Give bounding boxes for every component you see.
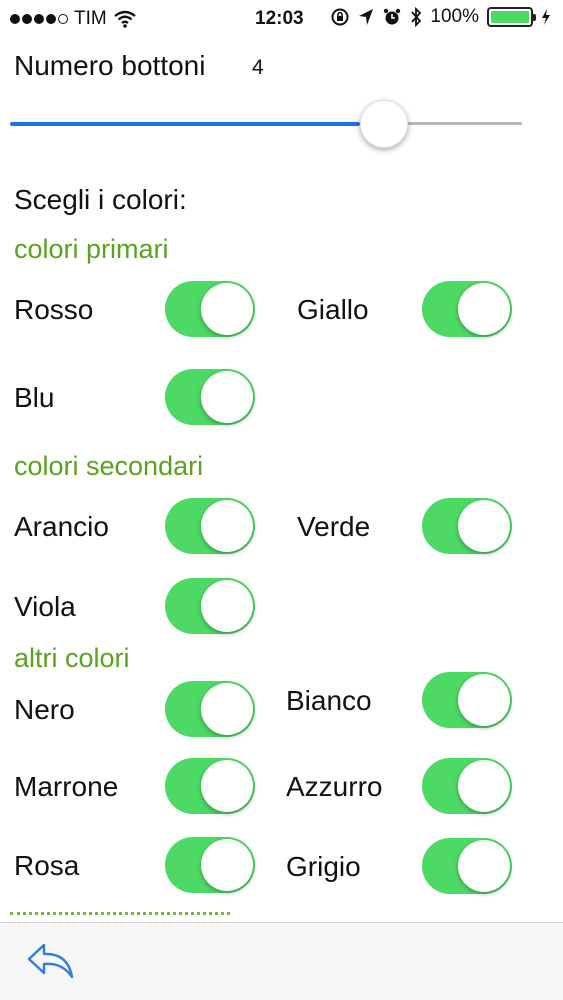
buttons-count-label: Numero bottoni	[14, 50, 206, 81]
color-label-blu: Blu	[14, 382, 55, 413]
color-label-azzurro: Azzurro	[286, 771, 383, 802]
buttons-count-value: 4	[252, 56, 264, 79]
color-label-viola: Viola	[14, 591, 76, 622]
battery-percent: 100%	[430, 6, 479, 27]
alarm-icon	[384, 8, 401, 25]
carrier-name: TIM	[74, 8, 107, 29]
clipped-section-title	[10, 912, 230, 918]
status-bar: TIM 12:03 100%	[0, 0, 563, 38]
toggle-arancio[interactable]	[165, 498, 255, 554]
color-label-rosso: Rosso	[14, 294, 94, 325]
rotation-lock-icon	[331, 8, 349, 26]
toggle-blu[interactable]	[165, 369, 255, 425]
slider-track-empty	[407, 122, 522, 125]
toggle-viola[interactable]	[165, 578, 255, 634]
slider-track-filled	[10, 122, 360, 126]
bottom-toolbar	[0, 922, 563, 1000]
toggle-verde[interactable]	[422, 498, 512, 554]
toggle-giallo[interactable]	[422, 281, 512, 337]
signal-strength-icon	[10, 14, 68, 24]
battery-icon	[487, 7, 536, 27]
color-label-marrone: Marrone	[14, 771, 119, 802]
wifi-icon	[113, 10, 136, 28]
toggle-grigio[interactable]	[422, 838, 512, 894]
slider-thumb[interactable]	[359, 100, 408, 148]
clock: 12:03	[255, 8, 304, 29]
toggle-rosso[interactable]	[165, 281, 255, 337]
bluetooth-icon	[411, 7, 422, 27]
toggle-nero[interactable]	[165, 681, 255, 737]
color-label-rosa: Rosa	[14, 850, 80, 881]
color-label-bianco: Bianco	[286, 685, 372, 716]
section-other-colors: altri colori	[14, 643, 130, 673]
section-secondary-colors: colori secondari	[14, 451, 204, 481]
choose-colors-heading: Scegli i colori:	[14, 184, 187, 215]
section-primary-colors: colori primari	[14, 234, 169, 264]
toggle-rosa[interactable]	[165, 837, 255, 893]
color-label-giallo: Giallo	[297, 294, 369, 325]
color-label-arancio: Arancio	[14, 511, 109, 542]
toggle-azzurro[interactable]	[422, 758, 512, 814]
charging-icon	[542, 9, 550, 25]
color-label-verde: Verde	[297, 511, 371, 542]
toggle-bianco[interactable]	[422, 672, 512, 728]
color-label-grigio: Grigio	[286, 851, 361, 882]
reply-arrow-icon[interactable]	[26, 941, 76, 981]
status-right: 100%	[330, 6, 551, 28]
location-arrow-icon	[359, 9, 374, 25]
toggle-marrone[interactable]	[165, 758, 255, 814]
buttons-count-slider[interactable]	[10, 96, 522, 152]
status-left: TIM	[10, 8, 137, 30]
color-label-nero: Nero	[14, 694, 75, 725]
